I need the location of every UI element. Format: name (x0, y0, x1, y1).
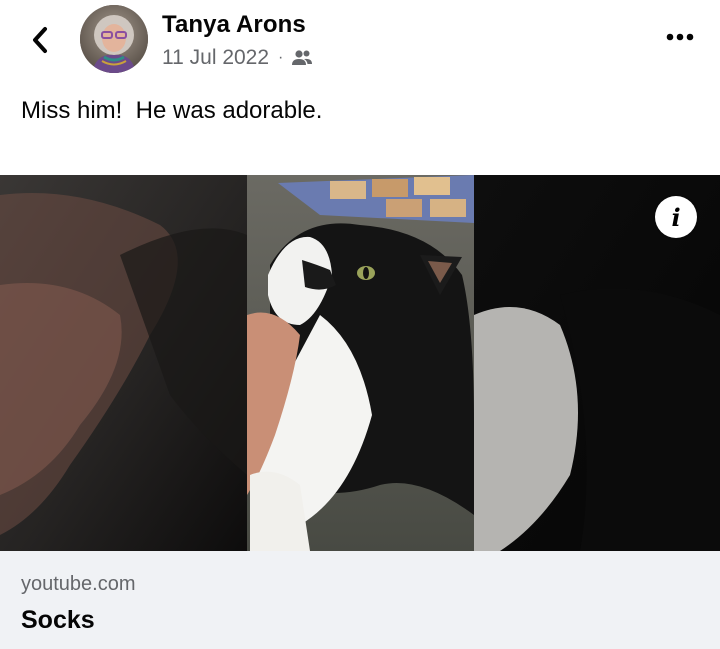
link-title[interactable]: Socks (21, 606, 95, 635)
link-preview-card[interactable]: youtube.com Socks (0, 551, 720, 649)
post-header: Tanya Arons 11 Jul 2022 · (0, 0, 720, 86)
video-thumbnail-image (0, 175, 720, 551)
post-meta: 11 Jul 2022 · (162, 46, 313, 70)
more-options-button[interactable] (660, 22, 700, 52)
link-domain: youtube.com (21, 573, 136, 595)
video-thumbnail[interactable] (0, 175, 720, 551)
more-options-icon (666, 33, 694, 41)
meta-separator: · (278, 49, 284, 66)
post-text: Miss him! He was adorable. (21, 97, 323, 124)
chevron-left-icon (33, 27, 47, 53)
avatar-image (80, 5, 148, 73)
info-button[interactable]: i (655, 196, 697, 238)
avatar[interactable] (80, 5, 148, 73)
friends-icon[interactable] (291, 49, 313, 67)
author-name[interactable]: Tanya Arons (162, 11, 306, 39)
info-icon: i (671, 202, 681, 232)
back-button[interactable] (20, 18, 60, 62)
post-date[interactable]: 11 Jul 2022 (162, 46, 269, 70)
